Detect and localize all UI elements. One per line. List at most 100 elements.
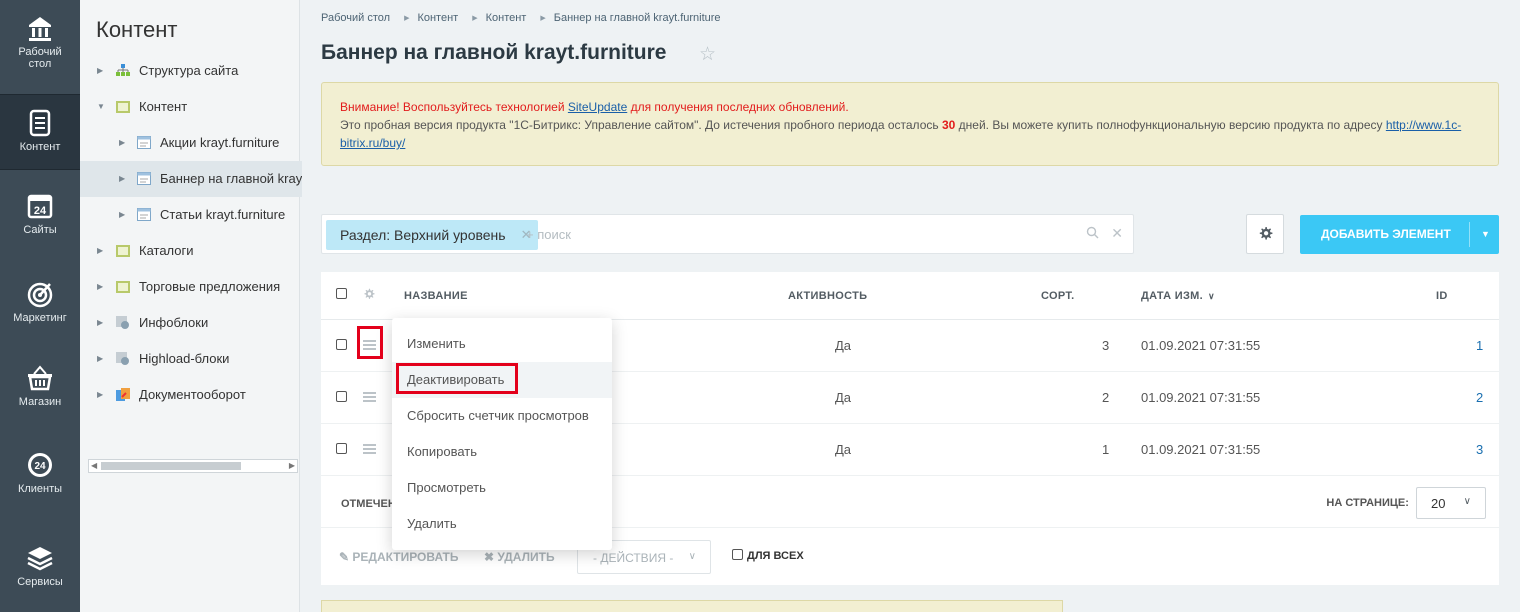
highlight-deactivate [396, 363, 518, 394]
scroll-left-icon[interactable]: ◀ [91, 461, 97, 470]
favorite-star-icon[interactable]: ☆ [699, 43, 716, 66]
expand-arrow-icon[interactable]: ▶ [97, 233, 103, 269]
page-size-control: НА СТРАНИЦЕ: 20 ∨ [1326, 487, 1486, 519]
menu-item-delete[interactable]: Удалить [392, 506, 612, 542]
infoblocks-icon [116, 352, 129, 365]
chevron-down-icon[interactable]: ▼ [1481, 215, 1490, 254]
tree-item-main-banner[interactable]: ▶ Баннер на главной krayt [80, 161, 302, 197]
column-header-date[interactable]: ДАТА ИЗМ. ∨ [1141, 290, 1215, 302]
filter-chip-label: Раздел: Верхний уровень [340, 227, 506, 243]
expand-arrow-icon[interactable]: ▶ [119, 197, 125, 233]
column-header-id[interactable]: ID [1436, 290, 1448, 302]
menu-item-reset-views[interactable]: Сбросить счетчик просмотров [392, 398, 612, 434]
expand-arrow-icon[interactable]: ▶ [97, 269, 103, 305]
tree-item-docflow[interactable]: ▶ Документооборот [80, 377, 300, 413]
delete-button[interactable]: ✖ УДАЛИТЬ [484, 550, 555, 564]
scroll-right-icon[interactable]: ▶ [289, 461, 295, 470]
folder-icon [116, 281, 130, 293]
cell-id[interactable]: 1 [1476, 338, 1483, 353]
chevron-down-icon: ∨ [688, 551, 696, 562]
cell-active: Да [835, 442, 852, 457]
tree-item-promotions[interactable]: ▶ Акции krayt.furniture [80, 125, 300, 161]
search-icon[interactable] [1086, 226, 1099, 239]
row-checkbox[interactable] [336, 443, 347, 454]
menu-item-sites[interactable]: 24 Сайты [0, 192, 80, 236]
checkbox-box[interactable] [732, 549, 743, 560]
siteupdate-link[interactable]: SiteUpdate [568, 100, 627, 114]
tree-item-site-structure[interactable]: ▶ Структура сайта [80, 53, 300, 89]
page-size-select[interactable]: 20 ∨ [1416, 487, 1486, 519]
filter-search-bar[interactable]: Раздел: Верхний уровень ✕ + поиск ✕ [321, 214, 1134, 254]
expand-arrow-icon[interactable]: ▶ [97, 377, 103, 413]
add-element-button[interactable]: ДОБАВИТЬ ЭЛЕМЕНТ ▼ [1300, 215, 1499, 254]
page-title: Баннер на главной krayt.furniture [321, 41, 667, 64]
scrollbar-thumb[interactable] [101, 462, 241, 470]
expand-arrow-icon[interactable]: ▶ [97, 53, 103, 89]
cell-active: Да [835, 390, 852, 405]
cell-id[interactable]: 3 [1476, 442, 1483, 457]
tree-item-label: Документооборот [139, 387, 246, 402]
search-input[interactable]: + поиск [526, 227, 571, 242]
tree-item-trade-offers[interactable]: ▶ Торговые предложения [80, 269, 300, 305]
menu-item-view[interactable]: Просмотреть [392, 470, 612, 506]
tree-item-catalogs[interactable]: ▶ Каталоги [80, 233, 300, 269]
bottom-notice [321, 600, 1063, 612]
svg-text:24: 24 [34, 461, 46, 472]
column-header-sort[interactable]: СОРТ. [1041, 290, 1074, 302]
menu-item-label: Сайты [23, 224, 57, 236]
row-checkbox[interactable] [336, 339, 347, 350]
trial-notice: Внимание! Воспользуйтесь технологией Sit… [321, 82, 1499, 166]
tree-item-label: Акции krayt.furniture [160, 135, 280, 150]
main-menu: Рабочий стол Контент 24 Сайты Маркетинг … [0, 0, 80, 612]
breadcrumb-item[interactable]: Контент [486, 12, 527, 24]
settings-button[interactable] [1246, 214, 1284, 254]
highlight-row-menu [357, 326, 383, 359]
expand-arrow-icon[interactable]: ▶ [97, 341, 103, 377]
select-all-checkbox[interactable] [336, 288, 347, 299]
tree-item-label: Торговые предложения [139, 279, 281, 294]
row-menu-icon[interactable] [363, 444, 376, 454]
tree-item-label: Highload-блоки [139, 351, 230, 366]
row-checkbox[interactable] [336, 391, 347, 402]
breadcrumb-item[interactable]: Контент [417, 12, 458, 24]
filter-chip-section[interactable]: Раздел: Верхний уровень ✕ [326, 220, 538, 250]
basket-icon [28, 365, 52, 391]
tree-item-infoblocks[interactable]: ▶ Инфоблоки [80, 305, 300, 341]
breadcrumb-item[interactable]: Рабочий стол [321, 12, 390, 24]
collapse-arrow-icon[interactable]: ▼ [97, 89, 105, 125]
row-menu-icon[interactable] [363, 392, 376, 402]
menu-item-services[interactable]: Сервисы [0, 544, 80, 588]
menu-item-copy[interactable]: Копировать [392, 434, 612, 470]
column-header-active[interactable]: АКТИВНОСТЬ [788, 290, 867, 302]
infoblocks-icon [116, 316, 129, 329]
for-all-checkbox[interactable]: ДЛЯ ВСЕХ [732, 549, 804, 562]
expand-arrow-icon[interactable]: ▶ [97, 305, 103, 341]
column-header-name[interactable]: НАЗВАНИЕ [404, 290, 468, 302]
clear-icon[interactable]: ✕ [1111, 225, 1123, 241]
list-icon [137, 208, 151, 221]
menu-item-marketing[interactable]: Маркетинг [0, 280, 80, 324]
menu-item-edit[interactable]: Изменить [392, 326, 612, 362]
page-size-label: НА СТРАНИЦЕ: [1326, 496, 1409, 509]
menu-item-label: Контент [19, 141, 61, 153]
gear-icon[interactable] [363, 288, 375, 300]
sitemap-icon [116, 64, 130, 76]
actions-select-value: - ДЕЙСТВИЯ - [593, 551, 674, 565]
tree-item-highload[interactable]: ▶ Highload-блоки [80, 341, 300, 377]
expand-arrow-icon[interactable]: ▶ [119, 161, 125, 197]
breadcrumb-item[interactable]: Баннер на главной krayt.furniture [554, 12, 721, 24]
pencil-icon: ✎ [339, 550, 350, 564]
list-icon [137, 172, 151, 185]
expand-arrow-icon[interactable]: ▶ [119, 125, 125, 161]
content-tree-panel: Контент ▶ Структура сайта ▼ Контент ▶ Ак… [80, 0, 302, 612]
tree-horizontal-scrollbar[interactable]: ◀ ▶ [88, 459, 298, 473]
menu-item-shop[interactable]: Магазин [0, 364, 80, 408]
tree-item-articles[interactable]: ▶ Статьи krayt.furniture [80, 197, 300, 233]
menu-item-clients[interactable]: 24 Клиенты [0, 451, 80, 495]
menu-item-content[interactable]: Контент [0, 94, 80, 170]
notice-warning-text: Внимание! Воспользуйтесь технологией [340, 100, 568, 114]
cell-id[interactable]: 2 [1476, 390, 1483, 405]
menu-item-desktop[interactable]: Рабочий стол [0, 14, 80, 70]
edit-button[interactable]: ✎ РЕДАКТИРОВАТЬ [339, 550, 458, 564]
tree-item-content[interactable]: ▼ Контент [80, 89, 300, 125]
